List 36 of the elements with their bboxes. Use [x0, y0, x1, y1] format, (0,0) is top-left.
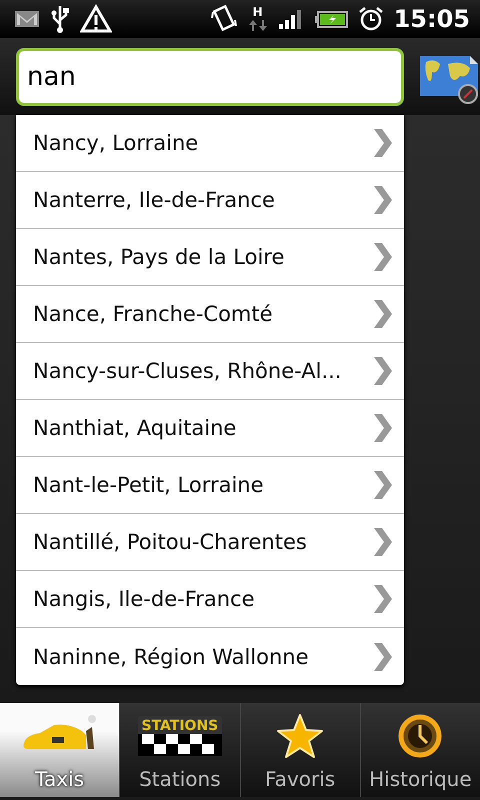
usb-icon	[50, 4, 70, 34]
signal-icon	[278, 8, 304, 30]
suggestion-item[interactable]: Naninne, Région Wallonne	[16, 628, 404, 685]
mail-icon	[14, 9, 40, 29]
suggestion-item[interactable]: Nant-le-Petit, Lorraine	[16, 457, 404, 514]
suggestion-item[interactable]: Nanterre, Ile-de-France	[16, 172, 404, 229]
search-field[interactable]: nan	[16, 48, 404, 106]
clock-time: 15:05	[394, 5, 470, 33]
chevron-icon	[372, 526, 394, 558]
chevron-icon	[372, 583, 394, 615]
suggestion-item[interactable]: Nantes, Pays de la Loire	[16, 229, 404, 286]
suggestion-item[interactable]: Nance, Franche-Comté	[16, 286, 404, 343]
star-icon	[276, 713, 324, 759]
chevron-icon	[372, 469, 394, 501]
chevron-icon	[372, 127, 394, 159]
chevron-icon	[372, 298, 394, 330]
chevron-icon	[372, 355, 394, 387]
suggestion-item[interactable]: Nancy, Lorraine	[16, 115, 404, 172]
battery-icon	[314, 9, 348, 29]
alarm-clock-icon	[358, 6, 384, 32]
suggestion-item[interactable]: Nancy-sur-Cluses, Rhône-Al...	[16, 343, 404, 400]
suggestion-item[interactable]: Nanthiat, Aquitaine	[16, 400, 404, 457]
chevron-icon	[372, 412, 394, 444]
chevron-icon	[372, 184, 394, 216]
tab[interactable]: Favoris	[240, 703, 360, 797]
suggestion-item[interactable]: Nantillé, Poitou-Charentes	[16, 514, 404, 571]
tab[interactable]: STATIONS Stations	[119, 703, 240, 797]
network-type: H	[248, 6, 268, 32]
clock-icon	[397, 713, 444, 759]
tab[interactable]: Historique	[360, 703, 480, 797]
chevron-icon	[372, 241, 394, 273]
suggestion-item[interactable]: Nangis, Ile-de-France	[16, 571, 404, 628]
warning-icon	[80, 4, 112, 34]
stations-sign-icon: STATIONS	[138, 716, 222, 756]
vibrate-icon	[210, 4, 238, 34]
chevron-icon	[372, 640, 394, 672]
